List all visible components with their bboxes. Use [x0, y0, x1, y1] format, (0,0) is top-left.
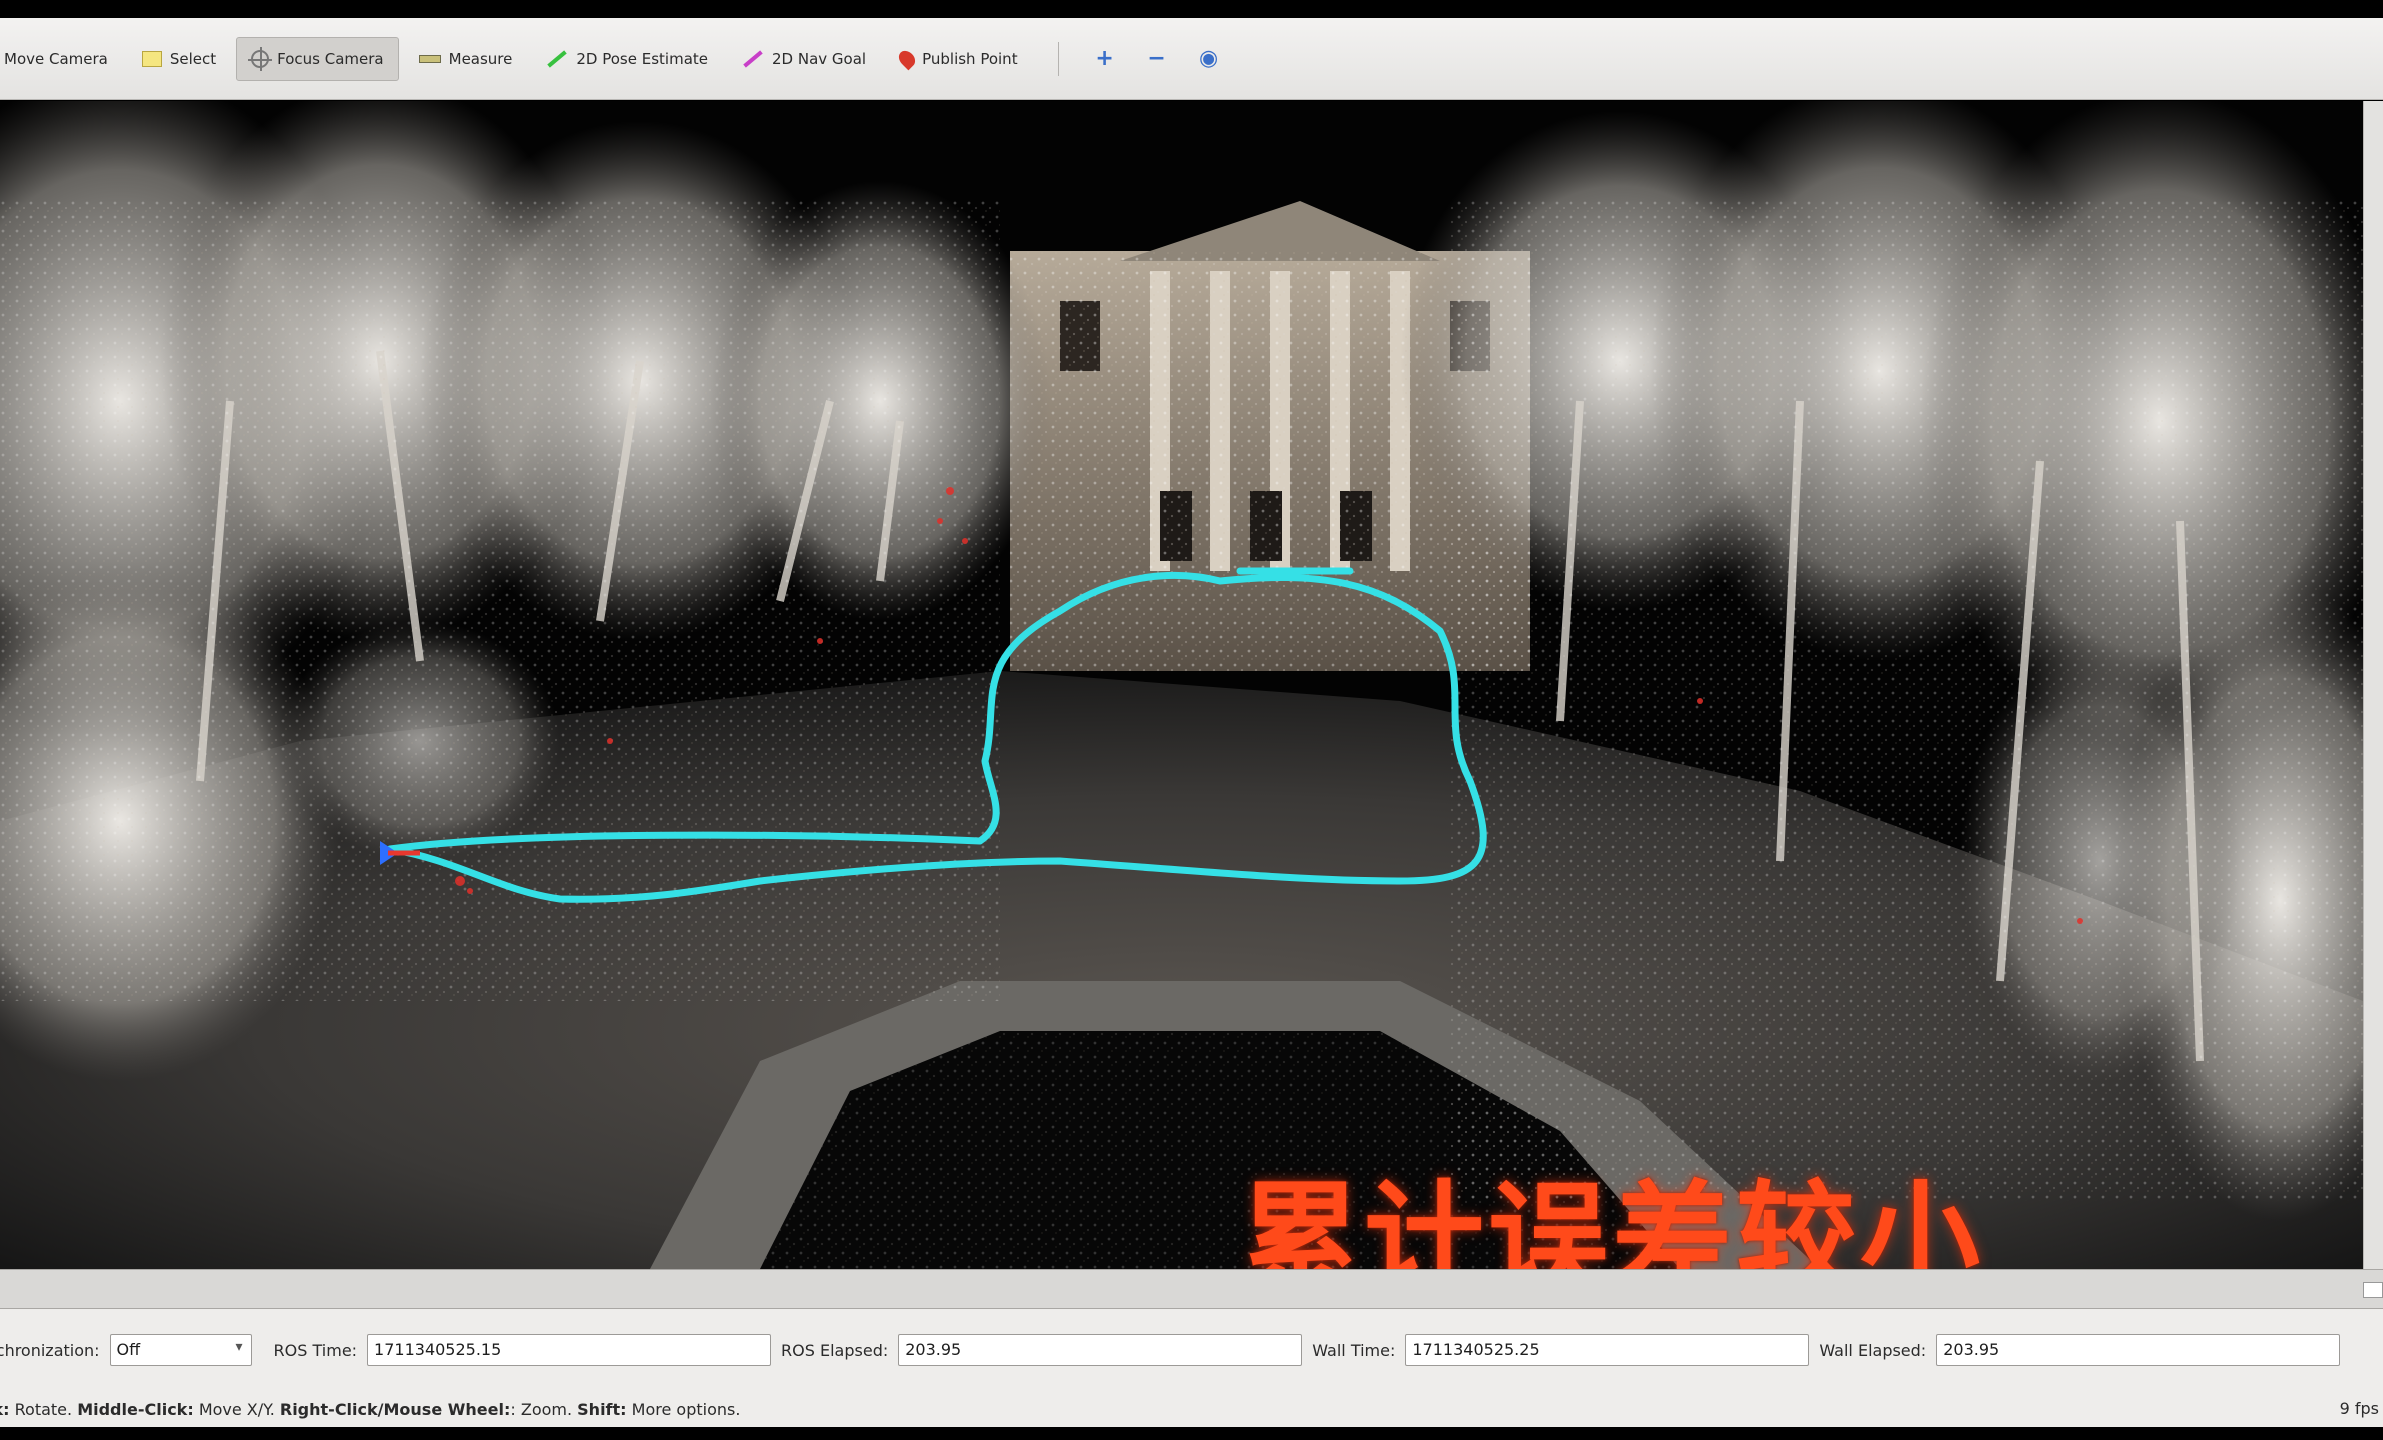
pose-estimate-label: 2D Pose Estimate	[576, 49, 708, 68]
left-click-action: Rotate.	[14, 1399, 73, 1419]
middle-click-action: Move X/Y.	[198, 1399, 275, 1419]
wall-elapsed-field[interactable]: 203.95	[1936, 1334, 2341, 1366]
video-overlay-caption: 累计误差较小	[1240, 1170, 1984, 1269]
right-click-action: : Zoom.	[510, 1399, 573, 1419]
nav-goal-tool[interactable]: 2D Nav Goal	[728, 37, 880, 81]
trees-left	[0, 101, 1050, 1081]
trees-right	[1400, 101, 2363, 1221]
toolbar-separator	[1057, 41, 1059, 76]
middle-click-key: Middle-Click:	[77, 1399, 194, 1419]
measure-icon	[418, 54, 441, 63]
publish-point-tool[interactable]: Publish Point	[886, 37, 1031, 81]
measure-tool[interactable]: Measure	[405, 37, 527, 81]
splitter-handle[interactable]	[2363, 1282, 2383, 1298]
wall-elapsed-label: Wall Elapsed:	[1819, 1340, 1927, 1360]
ros-time-label: ROS Time:	[273, 1340, 358, 1360]
publish-point-pin-icon	[895, 47, 919, 70]
remove-tool-icon[interactable]: −	[1141, 43, 1173, 75]
ros-elapsed-label: ROS Elapsed:	[781, 1340, 889, 1360]
window-top-border	[0, 0, 2383, 18]
left-click-key: Left-Click:	[0, 1399, 10, 1419]
wall-time-field[interactable]: 1711340525.25	[1405, 1334, 1810, 1366]
move-camera-label: Move Camera	[4, 49, 108, 68]
shift-action: More options.	[631, 1399, 741, 1419]
sync-dropdown[interactable]: Off	[109, 1334, 252, 1366]
panel-splitter-bar[interactable]	[0, 1269, 2383, 1309]
nav-goal-label: 2D Nav Goal	[772, 49, 867, 68]
status-hint: Left-Click: Rotate. Middle-Click: Move X…	[0, 1400, 740, 1419]
sync-label: Synchronization:	[0, 1340, 100, 1360]
focus-camera-icon	[248, 46, 273, 71]
status-bar: Left-Click: Rotate. Middle-Click: Move X…	[0, 1391, 2383, 1427]
camera-type-icon[interactable]: ◉	[1193, 43, 1225, 75]
ros-time-value: 1711340525.15	[374, 1340, 502, 1359]
point-cloud-scene	[0, 101, 2363, 1269]
wall-elapsed-value: 203.95	[1943, 1340, 2000, 1359]
right-click-key: Right-Click/Mouse Wheel:	[279, 1399, 511, 1419]
add-tool-icon[interactable]: +	[1089, 43, 1121, 75]
focus-camera-label: Focus Camera	[277, 49, 384, 68]
ros-elapsed-field[interactable]: 203.95	[898, 1334, 1303, 1366]
3d-render-viewport[interactable]: 累计误差较小	[0, 101, 2363, 1269]
measure-label: Measure	[448, 49, 513, 68]
nav-goal-arrow-icon	[743, 49, 763, 68]
ros-elapsed-value: 203.95	[905, 1340, 962, 1359]
shift-key: Shift:	[577, 1399, 627, 1419]
fps-readout: 9 fps	[2339, 1399, 2379, 1418]
move-camera-tool[interactable]: Move Camera	[0, 37, 122, 81]
ros-time-field[interactable]: 1711340525.15	[367, 1334, 772, 1366]
sync-dropdown-value: Off	[116, 1340, 141, 1359]
window-bottom-border	[0, 1427, 2383, 1440]
select-tool[interactable]: Select	[128, 37, 230, 81]
wall-time-label: Wall Time:	[1312, 1340, 1396, 1360]
pose-estimate-tool[interactable]: 2D Pose Estimate	[532, 37, 722, 81]
viewport-vertical-scrollbar[interactable]	[2363, 101, 2383, 1269]
focus-camera-tool[interactable]: Focus Camera	[236, 36, 399, 81]
tool-toolbar: Move Camera Select Focus Camera Measure …	[0, 18, 2383, 100]
pose-arrow-icon	[547, 49, 568, 68]
time-panel: Synchronization: Off ROS Time: 171134052…	[0, 1309, 2383, 1391]
wall-time-value: 1711340525.25	[1412, 1340, 1540, 1359]
select-label: Select	[169, 49, 217, 68]
publish-point-label: Publish Point	[922, 49, 1018, 68]
select-icon	[141, 50, 162, 67]
